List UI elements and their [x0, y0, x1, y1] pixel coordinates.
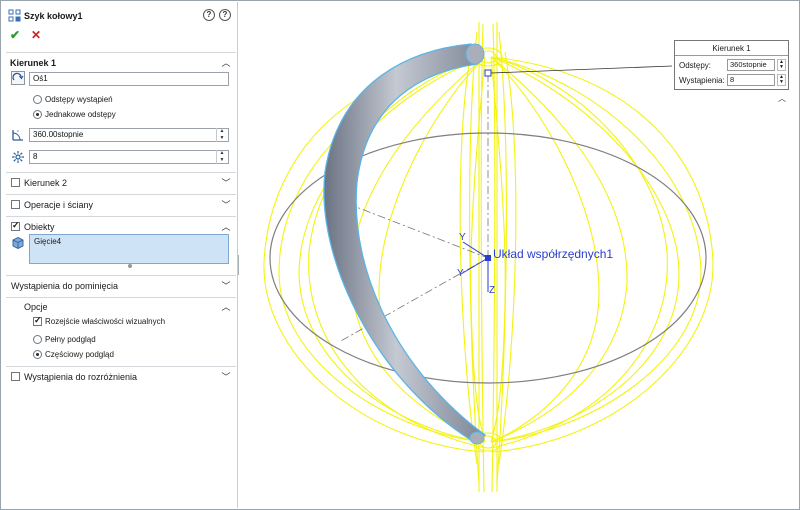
radio-label-partial-preview: Częściowy podgląd — [45, 350, 114, 359]
reverse-direction-icon[interactable] — [11, 71, 25, 85]
triad-axis-label: Z — [489, 285, 495, 296]
triad-axis-label: Y — [457, 268, 464, 279]
propagate-visual-checkbox[interactable] — [33, 315, 42, 326]
radio-instance-spacing[interactable] — [33, 95, 42, 104]
callout-instances-input[interactable]: 8 — [727, 74, 775, 86]
radio-label-full-preview: Pełny podgląd — [45, 335, 96, 344]
instances-input[interactable]: 8 — [29, 150, 229, 164]
features-faces-checkbox[interactable] — [11, 200, 20, 209]
callout-spacing-input[interactable]: 360stopnie — [727, 59, 775, 71]
feature-title: Szyk kołowy1 — [24, 11, 83, 21]
callout-title: Kierunek 1 — [712, 44, 751, 53]
help-icon[interactable]: ? — [219, 9, 231, 21]
radio-label-instance-spacing: Odstępy wystąpień — [45, 95, 113, 104]
section-title-instances-skip: Wystąpienia do pominięcia — [11, 281, 118, 291]
body-end-cap — [465, 43, 485, 65]
svg-text:°: ° — [17, 130, 19, 136]
bodies-list-item[interactable]: Gięcie4 — [34, 237, 61, 246]
expand-chevron-down-icon[interactable]: ﹀ — [221, 178, 231, 188]
section-title-instances-vary: Wystąpienia do rozróżnienia — [24, 372, 137, 382]
section-divider — [6, 366, 236, 367]
section-divider — [6, 216, 236, 217]
bodies-listbox[interactable]: Gięcie4 — [29, 234, 229, 264]
expand-chevron-down-icon[interactable]: ﹀ — [221, 200, 231, 210]
collapse-chevron-up-icon[interactable]: ︿ — [221, 222, 231, 232]
spin-up-icon[interactable]: ▲ — [217, 150, 227, 156]
body-selection-icon — [12, 236, 24, 250]
circular-pattern-icon — [8, 9, 21, 22]
section-title-direction2: Kierunek 2 — [24, 178, 68, 188]
spin-down-icon[interactable]: ▼ — [217, 157, 227, 163]
resize-grip[interactable] — [128, 264, 132, 268]
radio-label-equal-spacing: Jednakowe odstępy — [45, 110, 116, 119]
expand-chevron-down-icon[interactable]: ﹀ — [221, 281, 231, 291]
callout-collapse-chevron-icon[interactable]: ︿ — [778, 93, 786, 104]
radio-partial-preview[interactable] — [33, 350, 42, 359]
radio-equal-spacing[interactable] — [33, 110, 42, 119]
ok-check-icon[interactable]: ✔ — [10, 29, 20, 41]
section-divider — [6, 194, 236, 195]
radio-full-preview[interactable] — [33, 335, 42, 344]
collapse-chevron-up-icon[interactable]: ︿ — [221, 58, 231, 68]
triad-axis-label: Y — [459, 232, 466, 243]
angle-icon: ° — [12, 130, 23, 141]
section-divider — [6, 297, 236, 298]
callout-instances-label: Wystąpienia: — [679, 76, 725, 85]
section-divider — [6, 52, 236, 53]
angle-spinner[interactable]: ▲ ▼ — [216, 128, 227, 142]
window-frame: Szyk kołowy1 ? ? ✔ ✕ Kierunek 1 ︿ Oś1 Od… — [0, 0, 800, 510]
body-end-cap — [469, 431, 485, 445]
coord-system-label: Układ współrzędnych1 — [493, 247, 613, 261]
direction2-checkbox[interactable] — [11, 178, 20, 187]
propagate-visual-label: Rozejście właściwości wizualnych — [45, 317, 166, 326]
section-title-bodies: Obiekty — [24, 222, 55, 232]
callout-divider — [675, 55, 788, 56]
section-title-direction1: Kierunek 1 — [10, 58, 57, 68]
callout-instances-spinner[interactable]: ▲ ▼ — [777, 74, 786, 86]
section-divider — [6, 172, 236, 173]
cancel-x-icon[interactable]: ✕ — [31, 29, 41, 41]
spin-down-icon[interactable]: ▼ — [217, 135, 227, 141]
expand-chevron-down-icon[interactable]: ﹀ — [221, 372, 231, 382]
collapse-chevron-up-icon[interactable]: ︿ — [221, 302, 231, 312]
instances-count-icon — [12, 151, 24, 163]
instances-vary-checkbox[interactable] — [11, 372, 20, 381]
bodies-checkbox[interactable] — [11, 220, 20, 231]
axis-selection-field[interactable]: Oś1 — [29, 72, 229, 86]
instances-spinner[interactable]: ▲ ▼ — [216, 150, 227, 164]
spin-up-icon[interactable]: ▲ — [217, 128, 227, 134]
section-divider — [6, 275, 236, 276]
direction1-callout[interactable]: Kierunek 1 Odstępy: 360stopnie ▲ ▼ Wystąp… — [674, 40, 789, 90]
callout-spacing-label: Odstępy: — [679, 61, 712, 70]
section-title-options: Opcje — [24, 302, 48, 312]
property-manager-panel: Szyk kołowy1 ? ? ✔ ✕ Kierunek 1 ︿ Oś1 Od… — [2, 2, 238, 508]
callout-spacing-spinner[interactable]: ▲ ▼ — [777, 59, 786, 71]
whats-wrong-help-icon[interactable]: ? — [203, 9, 215, 21]
section-title-features-faces: Operacje i ściany — [24, 200, 94, 210]
angle-input[interactable]: 360.00stopnie — [29, 128, 229, 142]
